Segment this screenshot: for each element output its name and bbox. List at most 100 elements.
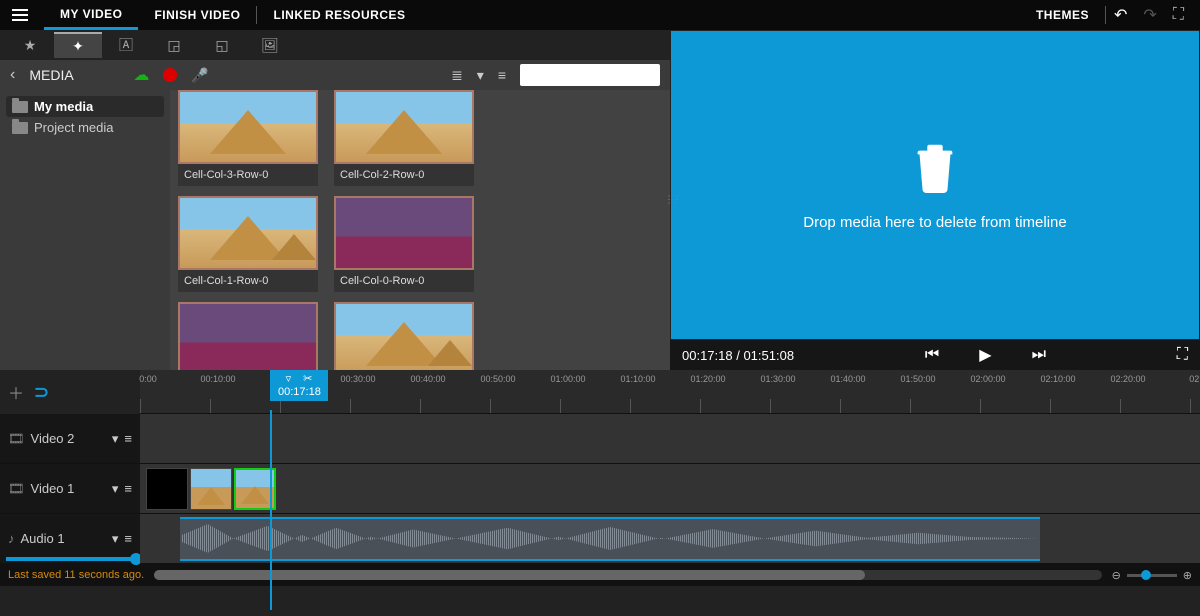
track-menu-icon[interactable]: ▾ <box>112 431 119 447</box>
timeline: ▿✂ 00:17:18 ＋ ⊃ 0:0000:10:0000:20:0000:3… <box>0 370 1200 616</box>
track-video-1: 🎞 Video 1 ▾ ≡ <box>0 464 1200 514</box>
media-tab-icon[interactable]: ✦ <box>54 32 102 58</box>
ruler-tick: 00:50:00 <box>480 374 515 384</box>
fullscreen-preview-icon[interactable]: ⛶ <box>1177 346 1188 364</box>
layer1-tab-icon[interactable]: ◲ <box>150 32 198 58</box>
zoom-slider[interactable] <box>1127 574 1177 577</box>
tree-project-media[interactable]: Project media <box>6 117 164 138</box>
media-grid: Cell-Col-3-Row-0 Cell-Col-2-Row-0 Cell-C… <box>170 90 670 370</box>
snap-icon[interactable]: ⊃ <box>34 382 49 403</box>
track-menu-icon[interactable]: ▾ <box>112 481 119 497</box>
sort-icon[interactable]: ≡ <box>498 67 506 83</box>
marker-icon[interactable]: ▿ <box>286 373 292 386</box>
track-menu-icon[interactable]: ▾ <box>112 531 119 547</box>
tree-label: Project media <box>34 120 113 135</box>
text-tab-icon[interactable]: 🄰 <box>102 32 150 58</box>
folder-icon <box>12 122 28 134</box>
redo-icon[interactable]: ↷ <box>1135 5 1164 25</box>
tree-my-media[interactable]: My media <box>6 96 164 117</box>
media-clip[interactable]: Cell-Col-0-Row-0 <box>334 196 474 292</box>
favorites-tab-icon[interactable]: ★ <box>6 32 54 58</box>
add-track-icon[interactable]: ＋ <box>8 380 24 404</box>
time-display: 00:17:18 / 01:51:08 <box>682 348 794 363</box>
status-bar: Last saved 11 seconds ago. ⊖ ⊕ <box>0 564 1200 586</box>
top-bar: MY VIDEO FINISH VIDEO LINKED RESOURCES T… <box>0 0 1200 30</box>
playhead-line <box>270 410 272 610</box>
track-options-icon[interactable]: ≡ <box>124 531 132 546</box>
media-tree: My media Project media <box>0 90 170 370</box>
track-label: Audio 1 <box>21 531 106 546</box>
ruler-tick: 01:50:00 <box>900 374 935 384</box>
prev-icon[interactable]: ⏮ <box>925 346 939 364</box>
drop-text: Drop media here to delete from timeline <box>803 214 1066 231</box>
upload-icon[interactable]: ☁ <box>133 65 149 85</box>
ruler-tick: 01:10:00 <box>620 374 655 384</box>
timeline-clip[interactable] <box>146 468 188 510</box>
ruler-tick: 02:10:00 <box>1040 374 1075 384</box>
back-icon[interactable]: ‹ <box>10 66 15 84</box>
ruler-tick: 00:40:00 <box>410 374 445 384</box>
drag-handle-icon[interactable]: ⋮⋮ <box>664 195 680 206</box>
drop-delete-zone[interactable]: Drop media here to delete from timeline <box>671 31 1199 339</box>
ruler-tick: 00:10:00 <box>200 374 235 384</box>
track-label: Video 1 <box>31 481 106 496</box>
track-options-icon[interactable]: ≡ <box>124 431 132 446</box>
mic-icon[interactable]: 🎤 <box>191 67 208 84</box>
next-icon[interactable]: ⏭ <box>1032 346 1046 364</box>
media-clip[interactable]: Cell-Col-0-Row-0 <box>178 302 318 370</box>
cut-icon[interactable]: ✂ <box>303 373 312 386</box>
media-clip[interactable]: Cell-Col-3-Row-0 <box>178 90 318 186</box>
media-clip[interactable]: Cell-Col-1-Row-0 <box>178 196 318 292</box>
image-tab-icon[interactable]: 🖼 <box>246 32 294 58</box>
tab-linked-resources[interactable]: LINKED RESOURCES <box>257 0 421 30</box>
media-title: MEDIA <box>29 67 119 83</box>
menu-icon[interactable] <box>8 5 32 25</box>
save-status: Last saved 11 seconds ago. <box>8 569 144 581</box>
ruler-tick: 01:20:00 <box>690 374 725 384</box>
ruler-tick: 02:00:00 <box>970 374 1005 384</box>
playhead-time: 00:17:18 <box>278 386 320 399</box>
play-icon[interactable]: ▶ <box>979 345 991 365</box>
video-track-icon: 🎞 <box>8 481 25 497</box>
audio-track-icon: ♪ <box>8 531 15 546</box>
folder-icon <box>12 101 28 113</box>
library-tabs: ★ ✦ 🄰 ◲ ◱ 🖼 <box>0 30 670 60</box>
undo-icon[interactable]: ↶ <box>1106 5 1135 25</box>
audio-clip[interactable] <box>180 517 1040 561</box>
tab-finish-video[interactable]: FINISH VIDEO <box>138 0 256 30</box>
search-input[interactable] <box>520 64 660 86</box>
tab-my-video[interactable]: MY VIDEO <box>44 0 138 30</box>
tree-label: My media <box>34 99 93 114</box>
volume-slider[interactable] <box>6 557 136 561</box>
filter-icon[interactable]: ▾ <box>477 67 484 84</box>
ruler-tick: 01:00:00 <box>550 374 585 384</box>
media-clip[interactable]: Cell-Col-1-Row-0 <box>334 302 474 370</box>
record-icon[interactable] <box>163 68 177 82</box>
track-options-icon[interactable]: ≡ <box>124 481 132 496</box>
playback-controls: 00:17:18 / 01:51:08 ⏮ ▶ ⏭ ⛶ <box>670 340 1200 370</box>
ruler-tick: 0:00 <box>139 374 157 384</box>
timeline-clip[interactable] <box>190 468 232 510</box>
track-video-2: 🎞 Video 2 ▾ ≡ <box>0 414 1200 464</box>
track-audio-1: ♪ Audio 1 ▾ ≡ <box>0 514 1200 564</box>
video-track-icon: 🎞 <box>8 431 25 447</box>
fullscreen-icon[interactable]: ⛶ <box>1165 6 1192 24</box>
ruler-tick: 00:30:00 <box>340 374 375 384</box>
ruler-tick: 02:3 <box>1189 374 1200 384</box>
zoom-out-icon[interactable]: ⊖ <box>1112 569 1121 582</box>
preview-panel: ⋮⋮ Drop media here to delete from timeli… <box>670 30 1200 370</box>
zoom-in-icon[interactable]: ⊕ <box>1183 569 1192 582</box>
media-clip[interactable]: Cell-Col-2-Row-0 <box>334 90 474 186</box>
trash-icon <box>911 139 959 196</box>
time-ruler[interactable]: ＋ ⊃ 0:0000:10:0000:20:0000:30:0000:40:00… <box>0 370 1200 414</box>
media-panel: ★ ✦ 🄰 ◲ ◱ 🖼 ‹ MEDIA ☁ 🎤 ≣ ▾ ≡ My media <box>0 30 670 370</box>
ruler-tick: 01:40:00 <box>830 374 865 384</box>
layer2-tab-icon[interactable]: ◱ <box>198 32 246 58</box>
playhead[interactable]: ▿ ✂ 00:17:18 <box>270 370 328 401</box>
ruler-tick: 02:20:00 <box>1110 374 1145 384</box>
timeline-scrollbar[interactable] <box>154 570 1101 580</box>
media-toolbar: ‹ MEDIA ☁ 🎤 ≣ ▾ ≡ <box>0 60 670 90</box>
track-label: Video 2 <box>31 431 106 446</box>
themes-button[interactable]: THEMES <box>1020 0 1105 30</box>
list-view-icon[interactable]: ≣ <box>451 67 463 84</box>
